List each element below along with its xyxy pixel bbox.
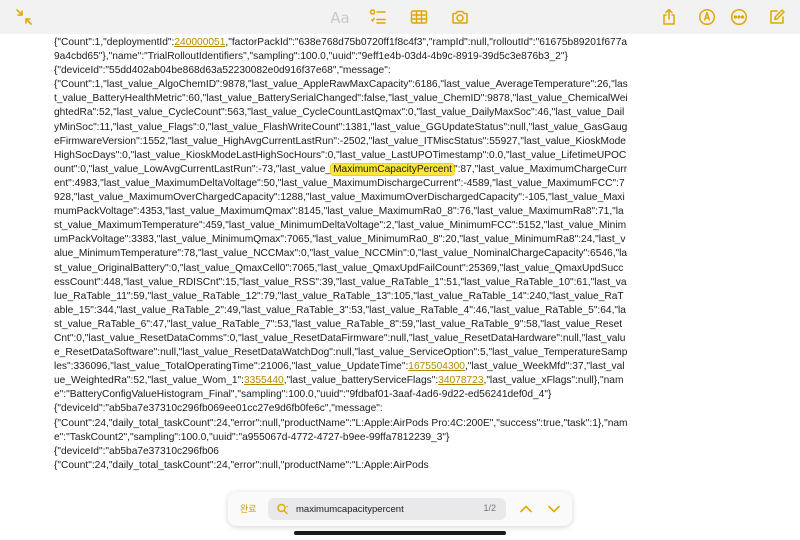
service-flags-link[interactable]: 34078723 [438, 375, 483, 386]
next-match-button[interactable] [546, 501, 562, 517]
search-match-highlight: MaximumCapacityPercent [331, 163, 454, 175]
wom-link[interactable]: 3355440 [244, 375, 284, 386]
text-line: {"Count":1,"deploymentId":240000051,"fac… [54, 37, 628, 63]
text-line: {"Count":24,"daily_total_taskCount":24,"… [54, 459, 429, 471]
text-line: {"deviceId":"ab5ba7e37310c296fb06 [54, 445, 219, 457]
checklist-icon[interactable] [367, 6, 389, 28]
find-bar: 완료 1/2 [228, 492, 572, 526]
share-icon[interactable] [658, 6, 680, 28]
home-indicator[interactable] [294, 531, 506, 535]
markup-pen-icon[interactable] [696, 6, 718, 28]
camera-icon[interactable] [449, 6, 471, 28]
match-count: 1/2 [483, 503, 496, 513]
text-line: {"deviceId":"55dd402ab04be868d63a5223008… [54, 65, 391, 77]
done-button[interactable]: 완료 [240, 502, 257, 515]
collapse-arrows-icon[interactable] [13, 6, 35, 28]
format-text-button[interactable]: Aa [328, 7, 352, 29]
compose-icon[interactable] [766, 6, 788, 28]
note-body[interactable]: {"Count":1,"deploymentId":240000051,"fac… [0, 34, 800, 540]
find-input[interactable] [296, 501, 466, 517]
update-time-link[interactable]: 1675504300 [408, 361, 465, 372]
text-line: {"Count":1,"last_value_AlgoChemID":9878,… [54, 79, 628, 401]
chevron-down-icon [548, 505, 560, 513]
deployment-id-link[interactable]: 240000051 [174, 37, 225, 48]
top-toolbar: Aa [0, 0, 800, 34]
table-icon[interactable] [408, 6, 430, 28]
text-line: {"deviceId":"ab5ba7e37310c296fb069ee01cc… [54, 403, 383, 415]
chevron-up-icon [520, 505, 532, 513]
previous-match-button[interactable] [518, 501, 534, 517]
more-ellipsis-icon[interactable] [728, 6, 750, 28]
find-search-box[interactable]: 1/2 [268, 498, 506, 520]
search-icon [277, 503, 289, 515]
text-line: {"Count":24,"daily_total_taskCount":24,"… [54, 417, 628, 443]
note-text[interactable]: {"Count":1,"deploymentId":240000051,"fac… [54, 36, 628, 473]
